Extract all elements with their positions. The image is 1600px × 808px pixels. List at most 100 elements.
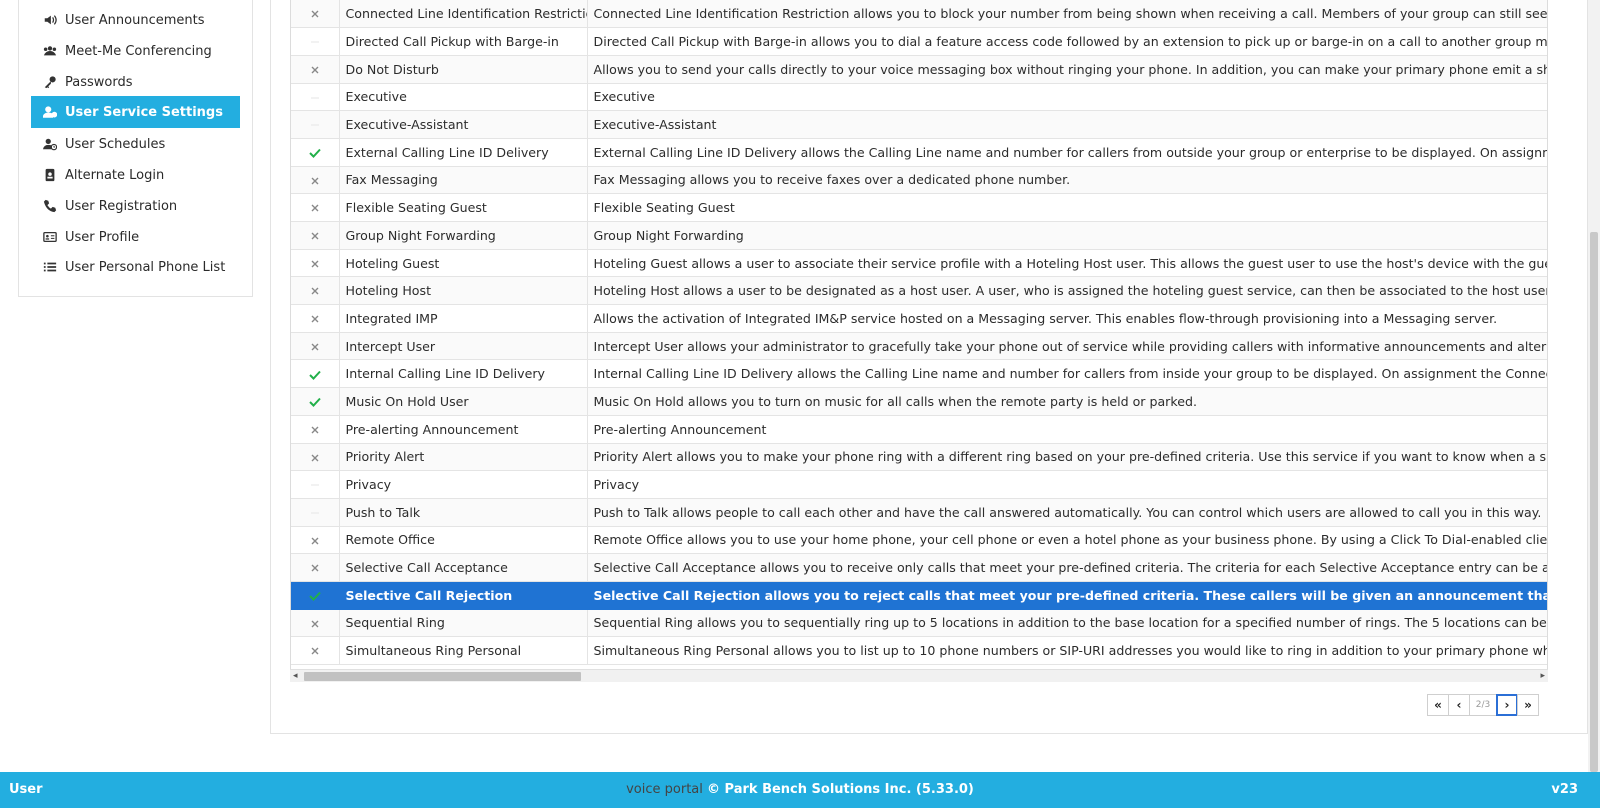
service-name-cell[interactable]: Selective Call Acceptance [339, 553, 588, 582]
status-cell[interactable] [291, 276, 340, 306]
service-description-cell[interactable]: Simultaneous Ring Personal allows you to… [587, 636, 1547, 665]
status-cell[interactable] [291, 470, 340, 499]
sidebar-item-meet-me-conferencing[interactable]: Meet-Me Conferencing [31, 35, 240, 67]
service-description-cell[interactable]: Push to Talk allows people to call each … [587, 498, 1547, 527]
last-page-button[interactable]: » [1517, 694, 1539, 716]
horizontal-scrollbar[interactable]: ◂ ▸ [290, 669, 1548, 682]
table-row[interactable]: Executive Executive [291, 83, 1547, 112]
table-row[interactable]: External Calling Line ID Delivery Externa… [291, 138, 1547, 167]
status-cell[interactable] [291, 0, 340, 29]
sidebar-item-user-registration[interactable]: User Registration [31, 190, 240, 222]
service-name-cell[interactable]: Do Not Disturb [339, 55, 588, 84]
scroll-right-icon[interactable]: ▸ [1540, 671, 1545, 681]
service-name-cell[interactable]: Simultaneous Ring Personal [339, 636, 588, 665]
table-row[interactable]: Connected Line Identification Restrictio… [291, 0, 1547, 29]
status-cell[interactable] [291, 387, 340, 416]
table-row[interactable]: Executive-Assistant Executive-Assistant [291, 110, 1547, 139]
status-cell[interactable] [291, 55, 340, 84]
service-description-cell[interactable]: Pre-alerting Announcement [587, 415, 1547, 444]
service-description-cell[interactable]: Directed Call Pickup with Barge-in allow… [587, 27, 1547, 56]
service-description-cell[interactable]: Hoteling Host allows a user to be design… [587, 276, 1547, 306]
service-description-cell[interactable]: Executive [587, 83, 1547, 112]
service-name-cell[interactable]: Fax Messaging [339, 166, 588, 195]
status-cell[interactable] [291, 304, 340, 333]
service-description-cell[interactable]: Hoteling Guest allows a user to associat… [587, 249, 1547, 278]
sidebar-item-user-service-settings[interactable]: User Service Settings [31, 96, 240, 128]
status-cell[interactable] [291, 193, 340, 222]
service-name-cell[interactable]: Internal Calling Line ID Delivery [339, 359, 588, 389]
service-name-cell[interactable]: Executive-Assistant [339, 110, 588, 139]
service-name-cell[interactable]: Directed Call Pickup with Barge-in [339, 27, 588, 56]
sidebar-item-user-announcements[interactable]: User Announcements [31, 4, 240, 36]
service-name-cell[interactable]: Selective Call Rejection [339, 581, 588, 610]
table-row[interactable]: Hoteling Host Hoteling Host allows a user… [291, 276, 1547, 306]
service-name-cell[interactable]: Remote Office [339, 526, 588, 555]
service-description-cell[interactable]: Connected Line Identification Restrictio… [587, 0, 1547, 29]
service-name-cell[interactable]: Priority Alert [339, 443, 588, 472]
status-cell[interactable] [291, 636, 340, 665]
service-description-cell[interactable]: Privacy [587, 470, 1547, 499]
table-row[interactable]: Sequential Ring Sequential Ring allows yo… [291, 609, 1547, 638]
service-description-cell[interactable]: Selective Call Acceptance allows you to … [587, 553, 1547, 582]
table-row[interactable]: Selective Call Rejection Selective Call R… [291, 581, 1547, 610]
horizontal-scroll-thumb[interactable] [304, 672, 581, 681]
status-cell[interactable] [291, 526, 340, 555]
service-name-cell[interactable]: Executive [339, 83, 588, 112]
status-cell[interactable] [291, 359, 340, 389]
service-name-cell[interactable]: Hoteling Guest [339, 249, 588, 278]
service-name-cell[interactable]: Flexible Seating Guest [339, 193, 588, 222]
service-name-cell[interactable]: Sequential Ring [339, 609, 588, 638]
sidebar-item-user-personal-phone-list[interactable]: User Personal Phone List [31, 251, 240, 283]
table-row[interactable]: Push to Talk Push to Talk allows people t… [291, 498, 1547, 527]
service-name-cell[interactable]: Privacy [339, 470, 588, 499]
service-description-cell[interactable]: Intercept User allows your administrator… [587, 332, 1547, 361]
service-name-cell[interactable]: Group Night Forwarding [339, 221, 588, 250]
prev-page-button[interactable]: ‹ [1448, 694, 1470, 716]
table-row[interactable]: Privacy Privacy [291, 470, 1547, 499]
table-row[interactable]: Music On Hold User Music On Hold allows y… [291, 387, 1547, 416]
sidebar-item-passwords[interactable]: Passwords [31, 66, 240, 98]
sidebar-item-user-schedules[interactable]: User Schedules [31, 128, 240, 160]
service-description-cell[interactable]: Fax Messaging allows you to receive faxe… [587, 166, 1547, 195]
table-row[interactable]: Fax Messaging Fax Messaging allows you to… [291, 166, 1547, 195]
table-row[interactable]: Directed Call Pickup with Barge-in Direct… [291, 27, 1547, 56]
service-description-cell[interactable]: Executive-Assistant [587, 110, 1547, 139]
status-cell[interactable] [291, 110, 340, 139]
status-cell[interactable] [291, 27, 340, 56]
status-cell[interactable] [291, 166, 340, 195]
service-name-cell[interactable]: External Calling Line ID Delivery [339, 138, 588, 167]
status-cell[interactable] [291, 138, 340, 167]
status-cell[interactable] [291, 581, 340, 610]
table-row[interactable]: Simultaneous Ring Personal Simultaneous R… [291, 636, 1547, 665]
table-row[interactable]: Internal Calling Line ID Delivery Interna… [291, 359, 1547, 389]
service-description-cell[interactable]: Flexible Seating Guest [587, 193, 1547, 222]
service-name-cell[interactable]: Intercept User [339, 332, 588, 361]
sidebar-item-user-profile[interactable]: User Profile [31, 221, 240, 253]
status-cell[interactable] [291, 498, 340, 527]
scroll-left-icon[interactable]: ◂ [293, 671, 298, 681]
service-description-cell[interactable]: Sequential Ring allows you to sequential… [587, 609, 1547, 638]
table-row[interactable]: Selective Call Acceptance Selective Call … [291, 553, 1547, 582]
service-name-cell[interactable]: Hoteling Host [339, 276, 588, 306]
next-page-button[interactable]: › [1496, 694, 1518, 716]
page-vertical-scrollbar[interactable] [1588, 0, 1600, 772]
table-row[interactable]: Priority Alert Priority Alert allows you … [291, 443, 1547, 472]
table-row[interactable]: Remote Office Remote Office allows you to… [291, 526, 1547, 555]
service-description-cell[interactable]: Allows the activation of Integrated IM&P… [587, 304, 1547, 333]
service-description-cell[interactable]: Group Night Forwarding [587, 221, 1547, 250]
service-description-cell[interactable]: Allows you to send your calls directly t… [587, 55, 1547, 84]
service-description-cell[interactable]: Music On Hold allows you to turn on musi… [587, 387, 1547, 416]
table-row[interactable]: Intercept User Intercept User allows your… [291, 332, 1547, 361]
status-cell[interactable] [291, 609, 340, 638]
first-page-button[interactable]: « [1427, 694, 1449, 716]
table-row[interactable]: Do Not Disturb Allows you to send your ca… [291, 55, 1547, 84]
service-description-cell[interactable]: Remote Office allows you to use your hom… [587, 526, 1547, 555]
table-row[interactable]: Pre-alerting Announcement Pre-alerting An… [291, 415, 1547, 444]
service-name-cell[interactable]: Push to Talk [339, 498, 588, 527]
service-description-cell[interactable]: Selective Call Rejection allows you to r… [587, 581, 1547, 610]
service-name-cell[interactable]: Integrated IMP [339, 304, 588, 333]
service-description-cell[interactable]: External Calling Line ID Delivery allows… [587, 138, 1547, 167]
status-cell[interactable] [291, 249, 340, 278]
service-description-cell[interactable]: Priority Alert allows you to make your p… [587, 443, 1547, 472]
status-cell[interactable] [291, 553, 340, 582]
